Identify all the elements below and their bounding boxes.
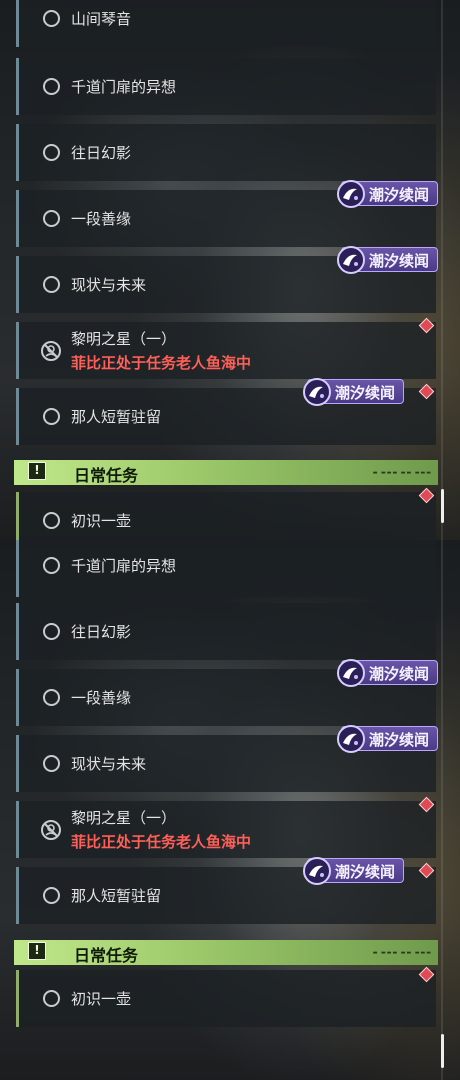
section-title: 日常任务 bbox=[74, 946, 139, 965]
quest-title: 一段善缘 bbox=[71, 210, 132, 228]
radio-ring-icon bbox=[43, 210, 60, 227]
tide-swirl-icon bbox=[337, 659, 365, 687]
scrollbar-track[interactable] bbox=[441, 540, 443, 1080]
quest-title: 那人短暂驻留 bbox=[71, 408, 162, 426]
scrollbar-thumb[interactable] bbox=[441, 489, 444, 523]
banned-icon bbox=[41, 820, 61, 840]
quest-item[interactable]: 往日幻影 bbox=[16, 124, 436, 181]
radio-ring-icon bbox=[43, 689, 60, 706]
badge-label: 潮汐续闻 bbox=[335, 863, 396, 881]
radio-ring-icon bbox=[43, 276, 60, 293]
quest-status-warning: 菲比正处于任务老人鱼海中 bbox=[71, 833, 252, 851]
badge-label: 潮汐续闻 bbox=[335, 384, 396, 402]
quest-title: 现状与未来 bbox=[71, 755, 147, 773]
quest-title: 初识一壶 bbox=[71, 512, 132, 530]
quest-status-warning: 菲比正处于任务老人鱼海中 bbox=[71, 354, 252, 372]
quest-title: 黎明之星（一） bbox=[71, 330, 177, 348]
section-decoration: ▬ ▬▬▬ ▬▬ ▬▬▬ bbox=[372, 950, 432, 956]
quest-title: 往日幻影 bbox=[71, 623, 132, 641]
quest-item[interactable]: 山间琴音 bbox=[16, 0, 436, 47]
badge-label: 潮汐续闻 bbox=[369, 665, 430, 683]
section-decoration: ▬ ▬▬▬ ▬▬ ▬▬▬ bbox=[372, 470, 432, 476]
quest-title: 一段善缘 bbox=[71, 689, 132, 707]
quest-item-tracked[interactable]: 黎明之星（一） 菲比正处于任务老人鱼海中 bbox=[16, 322, 436, 379]
tide-news-badge[interactable]: 潮汐续闻 bbox=[337, 725, 438, 753]
scrollbar-thumb[interactable] bbox=[441, 1034, 444, 1068]
alert-icon: ! bbox=[28, 942, 46, 960]
quest-title: 千道门扉的异想 bbox=[71, 78, 177, 96]
radio-ring-icon bbox=[43, 557, 60, 574]
tide-swirl-icon bbox=[303, 378, 331, 406]
radio-ring-icon bbox=[43, 144, 60, 161]
daily-quest-item[interactable]: 初识一壶 bbox=[16, 492, 436, 540]
quest-title: 那人短暂驻留 bbox=[71, 887, 162, 905]
radio-ring-icon bbox=[43, 10, 60, 27]
quest-title: 黎明之星（一） bbox=[71, 809, 177, 827]
scrollbar-track[interactable] bbox=[441, 0, 443, 540]
quest-panel-top: 山间琴音 千道门扉的异想 往日幻影 一段善缘 现状与未来 黎明之星（一） 菲比正… bbox=[0, 0, 460, 540]
radio-ring-icon bbox=[43, 408, 60, 425]
tide-news-badge[interactable]: 潮汐续闻 bbox=[337, 246, 438, 274]
quest-item[interactable]: 千道门扉的异想 bbox=[16, 58, 436, 115]
radio-ring-icon bbox=[43, 887, 60, 904]
tide-news-badge[interactable]: 潮汐续闻 bbox=[303, 857, 404, 885]
radio-ring-icon bbox=[43, 990, 60, 1007]
quest-title: 现状与未来 bbox=[71, 276, 147, 294]
quest-title: 千道门扉的异想 bbox=[71, 557, 177, 575]
badge-label: 潮汐续闻 bbox=[369, 186, 430, 204]
section-title: 日常任务 bbox=[74, 466, 139, 485]
quest-item[interactable]: 往日幻影 bbox=[16, 603, 436, 660]
banned-icon bbox=[41, 341, 61, 361]
quest-title: 初识一壶 bbox=[71, 990, 132, 1008]
quest-item[interactable]: 千道门扉的异想 bbox=[16, 540, 436, 597]
quest-panel-bottom: 千道门扉的异想 往日幻影 一段善缘 现状与未来 黎明之星（一） 菲比正处于任务老… bbox=[0, 540, 460, 1080]
radio-ring-icon bbox=[43, 755, 60, 772]
radio-ring-icon bbox=[43, 512, 60, 529]
section-header-daily[interactable]: ! 日常任务 ▬ ▬▬▬ ▬▬ ▬▬▬ bbox=[14, 940, 438, 965]
alert-icon: ! bbox=[28, 462, 46, 480]
tide-swirl-icon bbox=[303, 857, 331, 885]
section-header-daily[interactable]: ! 日常任务 ▬ ▬▬▬ ▬▬ ▬▬▬ bbox=[14, 460, 438, 485]
tide-news-badge[interactable]: 潮汐续闻 bbox=[337, 659, 438, 687]
radio-ring-icon bbox=[43, 78, 60, 95]
radio-ring-icon bbox=[43, 623, 60, 640]
quest-title: 山间琴音 bbox=[71, 10, 132, 28]
tide-news-badge[interactable]: 潮汐续闻 bbox=[337, 180, 438, 208]
tide-news-badge[interactable]: 潮汐续闻 bbox=[303, 378, 404, 406]
badge-label: 潮汐续闻 bbox=[369, 731, 430, 749]
tide-swirl-icon bbox=[337, 246, 365, 274]
tide-swirl-icon bbox=[337, 725, 365, 753]
daily-quest-item[interactable]: 初识一壶 bbox=[16, 970, 436, 1027]
badge-label: 潮汐续闻 bbox=[369, 252, 430, 270]
tide-swirl-icon bbox=[337, 180, 365, 208]
quest-item-tracked[interactable]: 黎明之星（一） 菲比正处于任务老人鱼海中 bbox=[16, 801, 436, 858]
quest-title: 往日幻影 bbox=[71, 144, 132, 162]
